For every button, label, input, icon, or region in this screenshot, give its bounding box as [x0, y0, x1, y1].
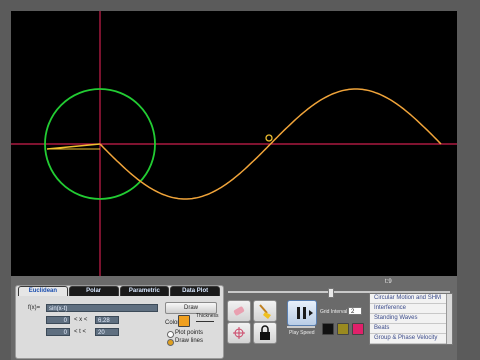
draw-lines-label: Draw lines — [175, 338, 204, 344]
pause-icon — [297, 307, 313, 319]
list-item[interactable]: Beats — [370, 324, 452, 334]
x-min-input[interactable]: 0 — [46, 316, 70, 324]
time-label: t:9 — [385, 279, 392, 285]
eraser-button[interactable] — [227, 300, 251, 322]
curve-color-swatch[interactable] — [178, 315, 190, 327]
function-input[interactable]: sin(x-t) — [46, 304, 158, 312]
draw-lines-radio[interactable] — [167, 339, 174, 346]
preset-list[interactable]: Circular Motion and SHM Interference Sta… — [369, 293, 453, 345]
thickness-label: Thickness — [196, 313, 219, 319]
lock-button[interactable] — [253, 322, 277, 344]
list-item[interactable]: Group & Phase Velocity — [370, 334, 452, 344]
swatch-magenta[interactable] — [352, 323, 364, 335]
play-speed-label: Play Speed — [289, 330, 315, 336]
tab-parametric[interactable]: Parametric — [119, 286, 170, 296]
t-range-label: < t < — [74, 329, 87, 335]
grid-interval-label: Grid Interval — [320, 309, 348, 315]
list-scrollbar[interactable] — [446, 294, 452, 344]
lock-icon — [260, 325, 270, 340]
plot-points-radio[interactable] — [167, 331, 174, 338]
play-speed-slider[interactable] — [287, 326, 315, 328]
list-item[interactable]: Circular Motion and SHM — [370, 294, 452, 304]
broom-icon — [259, 304, 271, 319]
list-item[interactable]: Interference — [370, 304, 452, 314]
wave-marker — [265, 134, 273, 142]
clear-button[interactable] — [253, 300, 277, 322]
pause-button[interactable] — [287, 300, 317, 326]
x-max-input[interactable]: 6.28 — [95, 316, 119, 324]
thickness-slider[interactable] — [196, 321, 214, 322]
eraser-icon — [233, 306, 245, 316]
tab-euclidean[interactable]: Euclidean — [18, 286, 68, 296]
grid-interval-input[interactable]: 2 — [348, 307, 362, 315]
plot-points-label: Plot points — [175, 330, 204, 336]
function-label: f(x)= — [28, 305, 41, 311]
plot-mode-tabs: Euclidean Polar Parametric Data Plot — [18, 286, 221, 296]
swatch-olive[interactable] — [337, 323, 349, 335]
t-max-input[interactable]: 20 — [95, 328, 119, 336]
radius-line — [46, 143, 101, 150]
list-item[interactable]: Standing Waves — [370, 314, 452, 324]
x-range-label: < x < — [74, 317, 88, 323]
crosshair-icon — [233, 327, 245, 339]
graph-canvas[interactable] — [11, 11, 457, 276]
swatch-black[interactable] — [322, 323, 334, 335]
tab-data-plot[interactable]: Data Plot — [170, 286, 220, 296]
tab-polar[interactable]: Polar — [68, 286, 119, 296]
time-slider-thumb[interactable] — [328, 288, 334, 298]
zoom-button[interactable] — [227, 322, 251, 344]
t-min-input[interactable]: 0 — [46, 328, 70, 336]
